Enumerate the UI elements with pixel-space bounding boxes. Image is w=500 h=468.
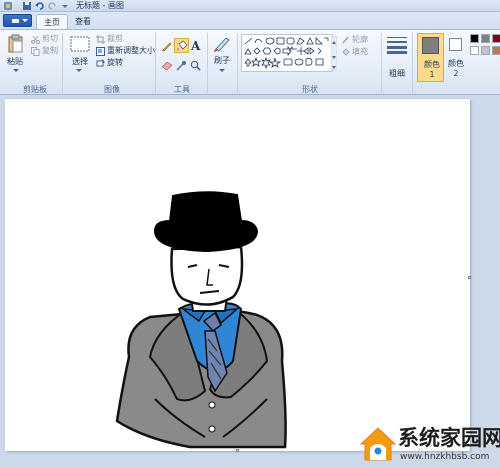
quick-access-dropdown-icon[interactable] — [60, 1, 70, 11]
watermark-url: www.hnzkhbsb.com — [400, 452, 490, 462]
rotate-icon[interactable] — [96, 59, 105, 68]
ribbon-separator — [381, 33, 382, 93]
canvas-workspace — [0, 95, 500, 468]
color-1-label: 颜色 1 — [424, 60, 440, 79]
shapes-gallery-icons — [244, 37, 329, 70]
paste-icon[interactable] — [8, 34, 24, 54]
ribbon-separator — [155, 33, 156, 93]
save-icon[interactable] — [22, 1, 32, 11]
eraser-icon[interactable] — [161, 61, 173, 71]
drawing-man-in-top-hat — [115, 191, 287, 449]
fill-tool-selected[interactable] — [174, 38, 189, 53]
select-icon[interactable] — [70, 36, 90, 52]
window-title: 无标题 - 画图 — [76, 1, 124, 10]
paste-button-label[interactable]: 粘贴 — [7, 57, 23, 67]
undo-icon[interactable] — [35, 1, 45, 11]
color-picker-icon[interactable] — [176, 60, 187, 71]
color-1-button[interactable]: 颜色 1 — [417, 33, 444, 82]
shapes-scroll-icon[interactable] — [331, 36, 337, 70]
ribbon-separator — [412, 33, 413, 93]
size-icon[interactable] — [386, 36, 408, 54]
copy-icon — [31, 47, 40, 56]
resize-button-label[interactable]: 重新调整大小 — [107, 46, 155, 56]
redo-icon[interactable] — [47, 1, 57, 11]
palette-swatch[interactable] — [481, 46, 490, 55]
ribbon-separator — [207, 33, 208, 93]
color-2-button[interactable]: 颜色 2 — [446, 33, 468, 82]
image-group-label: 图像 — [104, 85, 120, 94]
palette-swatch[interactable] — [481, 34, 490, 43]
tab-home[interactable]: 主页 — [36, 14, 68, 29]
color-2-label: 颜色 2 — [448, 59, 464, 78]
magnifier-icon[interactable] — [190, 60, 201, 71]
color-2-swatch — [449, 38, 462, 51]
size-button-label[interactable]: 粗细 — [389, 69, 405, 79]
copy-button-label: 复制 — [42, 46, 58, 55]
watermark: 系统家园网 www.hnzkhbsb.com — [358, 424, 500, 468]
outline-icon[interactable] — [342, 36, 350, 44]
tools-group-label: 工具 — [174, 85, 190, 94]
palette-swatch[interactable] — [470, 46, 479, 55]
house-logo-icon — [359, 427, 397, 461]
paint-app-icon — [4, 2, 12, 10]
palette-swatch[interactable] — [492, 34, 500, 43]
tab-view[interactable]: 查看 — [70, 14, 96, 29]
clipboard-group-label: 剪贴板 — [23, 85, 47, 94]
drawing-canvas[interactable] — [5, 99, 471, 452]
crop-icon — [96, 35, 105, 44]
brushes-dropdown-icon[interactable] — [219, 68, 225, 73]
ribbon-tab-row: 主页 查看 — [0, 12, 500, 29]
file-menu-button[interactable] — [3, 14, 32, 27]
canvas-resize-handle-bottom[interactable] — [236, 449, 239, 452]
palette-swatch[interactable] — [470, 34, 479, 43]
cut-icon — [31, 35, 40, 44]
fill-button-label[interactable]: 填充 — [352, 47, 368, 57]
title-bar: 无标题 - 画图 — [0, 0, 500, 12]
palette-swatch[interactable] — [492, 46, 500, 55]
resize-icon[interactable] — [96, 47, 105, 56]
paste-dropdown-icon[interactable] — [13, 68, 19, 73]
watermark-text: 系统家园网 — [398, 426, 500, 450]
svg-text:A: A — [190, 39, 201, 51]
rotate-button-label[interactable]: 旋转 — [107, 58, 123, 68]
shapes-group-label: 形状 — [302, 85, 318, 94]
canvas-resize-handle-right[interactable] — [468, 276, 471, 279]
cut-button-label: 剪切 — [42, 34, 58, 43]
crop-button-label: 裁剪 — [107, 34, 123, 43]
select-dropdown-icon[interactable] — [76, 68, 82, 73]
fill-shape-icon[interactable] — [342, 48, 350, 56]
brush-icon[interactable] — [212, 34, 232, 54]
pencil-icon[interactable] — [161, 40, 173, 52]
fill-icon — [177, 40, 188, 51]
outline-button-label[interactable]: 轮廓 — [352, 35, 368, 45]
color-1-swatch — [422, 37, 439, 54]
select-button-label[interactable]: 选择 — [72, 57, 88, 67]
ribbon-separator — [62, 33, 63, 93]
color-palette[interactable] — [470, 33, 500, 63]
ribbon: 粘贴 剪切 复制 剪贴板 选择 裁剪 重新调整大小 旋转 图像 A 工具 刷子 … — [0, 29, 500, 95]
text-icon[interactable]: A — [190, 39, 202, 51]
brushes-button-label[interactable]: 刷子 — [214, 56, 230, 66]
shapes-gallery[interactable] — [241, 34, 333, 72]
ribbon-separator — [237, 33, 238, 93]
